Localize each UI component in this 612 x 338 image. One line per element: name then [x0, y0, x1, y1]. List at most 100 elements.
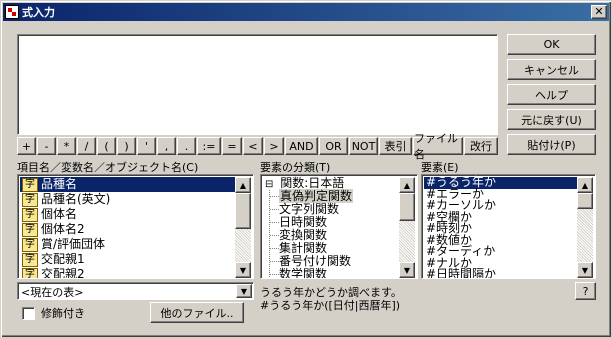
field-list-item-label: 品種名 [41, 177, 78, 191]
op-comma-button[interactable]: , [157, 137, 176, 155]
tree-item-label: 集計関数 [279, 241, 328, 255]
category-tree[interactable]: ⊟ 関数:日本語 真偽判定関数 文字列関数 日時関数 変換関数 集計関数 番号付け関数 数学… [260, 174, 418, 279]
scroll-thumb[interactable] [399, 193, 415, 221]
tree-connector [270, 235, 279, 236]
modifier-checkbox[interactable] [22, 306, 35, 320]
table-select-value: <現在の表> [21, 286, 84, 299]
tree-connector [270, 261, 279, 262]
scroll-track[interactable] [399, 221, 415, 262]
scroll-up-arrow-icon[interactable]: ▲ [235, 177, 251, 193]
cancel-button[interactable]: キャンセル [507, 59, 596, 80]
op-and-button[interactable]: AND [285, 137, 318, 155]
tree-item-label: 番号付け関数 [279, 254, 352, 268]
scroll-up-arrow-icon[interactable]: ▲ [577, 177, 593, 193]
table-select[interactable]: <現在の表> ▼ [17, 282, 254, 300]
op-greater-button[interactable]: > [264, 137, 284, 155]
tree-item-label: 真偽判定関数 [279, 189, 354, 203]
tree-item[interactable]: 数学関数 [265, 267, 399, 279]
table-lookup-button[interactable]: 表引 [379, 137, 412, 155]
element-scrollbar[interactable]: ▲ ▼ [577, 177, 593, 278]
tree-item-label: 変換関数 [279, 228, 328, 242]
undo-button[interactable]: 元に戻す(U) [507, 109, 596, 130]
expression-textarea[interactable] [17, 34, 498, 135]
scroll-thumb[interactable] [235, 193, 251, 229]
field-list-item-label: 品種名(英文) [41, 192, 111, 206]
op-less-button[interactable]: < [243, 137, 263, 155]
op-assign-button[interactable]: := [197, 137, 221, 155]
window-title: 式入力 [22, 6, 55, 19]
other-file-button[interactable]: 他のファイル.. [150, 302, 244, 323]
ok-button[interactable]: OK [507, 34, 596, 55]
scroll-down-arrow-icon[interactable]: ▼ [577, 262, 593, 278]
field-list-item-label: 交配親1 [41, 252, 85, 266]
tree-item-label: 日時関数 [279, 215, 328, 229]
field-list-item-label: 賞/評価団体 [41, 237, 106, 251]
scroll-thumb[interactable] [577, 193, 593, 209]
text-field-icon: 字 [22, 222, 38, 237]
newline-button[interactable]: 改行 [464, 137, 498, 155]
op-or-button[interactable]: OR [319, 137, 348, 155]
paste-button[interactable]: 貼付け(P) [507, 134, 596, 155]
description-line2: #うるう年か([日付|西暦年]) [260, 299, 401, 312]
context-help-button[interactable]: ? [575, 282, 596, 300]
text-field-icon: 字 [22, 267, 38, 278]
close-button[interactable]: ✕ [591, 5, 607, 19]
elements-label: 要素(E) [421, 161, 459, 174]
tree-connector [270, 222, 279, 223]
text-field-icon: 字 [22, 237, 38, 252]
tree-connector [270, 248, 279, 249]
element-listbox[interactable]: #うるう年か #エラーか #カーソルか #空欄か #時刻か #数値か #ターディか #ナルか #… [421, 174, 596, 279]
filename-button[interactable]: ファイル名 [413, 132, 463, 161]
field-list-item-label: 交配親2 [41, 267, 85, 279]
tree-item-label: 文字列関数 [279, 202, 340, 216]
field-list-item[interactable]: 字品種名(英文) [20, 192, 235, 207]
scroll-track[interactable] [577, 209, 593, 262]
scroll-track[interactable] [235, 229, 251, 262]
scroll-up-arrow-icon[interactable]: ▲ [399, 177, 415, 193]
field-list-scrollbar[interactable]: ▲ ▼ [235, 177, 251, 278]
op-open-paren-button[interactable]: ( [97, 137, 116, 155]
categories-label: 要素の分類(T) [260, 161, 331, 174]
dropdown-button[interactable]: ▼ [236, 284, 252, 298]
op-not-button[interactable]: NOT [349, 137, 378, 155]
tree-connector [270, 196, 279, 197]
op-multiply-button[interactable]: * [57, 137, 76, 155]
text-field-icon: 字 [22, 207, 38, 222]
field-list-item[interactable]: 字個体名 [20, 207, 235, 222]
scroll-down-arrow-icon[interactable]: ▼ [235, 262, 251, 278]
op-minus-button[interactable]: - [37, 137, 56, 155]
app-icon [5, 5, 19, 19]
tree-connector [270, 274, 279, 275]
tree-connector [270, 209, 279, 210]
field-list-item[interactable]: 字交配親1 [20, 252, 235, 267]
field-list-item[interactable]: 字品種名 [20, 177, 235, 192]
text-field-icon: 字 [22, 252, 38, 267]
text-field-icon: 字 [22, 177, 38, 192]
op-plus-button[interactable]: + [17, 137, 36, 155]
field-list-item-label: 個体名 [41, 207, 78, 221]
op-close-paren-button[interactable]: ) [117, 137, 136, 155]
chevron-down-icon: ▼ [240, 286, 248, 296]
category-scrollbar[interactable]: ▲ ▼ [399, 177, 415, 278]
field-list-item[interactable]: 字交配親2 [20, 267, 235, 279]
op-quote-button[interactable]: ' [137, 137, 156, 155]
close-icon: ✕ [594, 5, 604, 18]
field-list-item[interactable]: 字個体名2 [20, 222, 235, 237]
element-list-item[interactable]: #日時間隔か [424, 268, 577, 278]
tree-collapse-icon[interactable]: ⊟ [265, 179, 273, 190]
tree-item-label: 数学関数 [279, 267, 328, 279]
field-list-item-label: 個体名2 [41, 222, 85, 236]
modifier-checkbox-label: 修飾付き [41, 307, 85, 320]
help-button[interactable]: ヘルプ [507, 84, 596, 105]
op-divide-button[interactable]: / [77, 137, 96, 155]
title-bar[interactable]: 式入力 [3, 3, 609, 21]
fields-label: 項目名／変数名／オブジェクト名(C) [17, 161, 199, 174]
modifier-checkbox-row[interactable]: 修飾付き [22, 305, 85, 321]
op-equal-button[interactable]: = [222, 137, 242, 155]
scroll-down-arrow-icon[interactable]: ▼ [399, 262, 415, 278]
field-list-item[interactable]: 字賞/評価団体 [20, 237, 235, 252]
text-field-icon: 字 [22, 192, 38, 207]
tree-root-label: 関数:日本語 [280, 176, 345, 190]
op-period-button[interactable]: . [177, 137, 196, 155]
field-listbox[interactable]: 字品種名字品種名(英文)字個体名字個体名2字賞/評価団体字交配親1字交配親2字開… [17, 174, 254, 279]
